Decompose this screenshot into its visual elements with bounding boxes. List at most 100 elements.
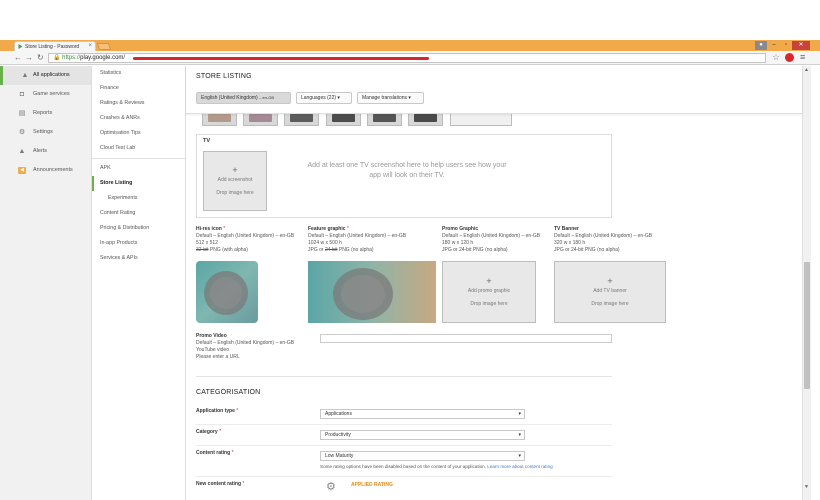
screenshot-thumbnail[interactable] (408, 114, 443, 126)
subnav-item-pricing-distribution[interactable]: Pricing & Distribution (92, 221, 185, 236)
bookmark-star-icon[interactable]: ☆ (772, 52, 780, 63)
asset-format-strike: 32-bit (196, 247, 209, 253)
browser-tab[interactable]: Store Listing - Password × (14, 41, 96, 51)
url-domain: play.google.com (80, 55, 124, 61)
field-label-text: Content rating (196, 450, 231, 456)
required-mark: * (236, 408, 239, 414)
asset-size: 320 w x 180 h (554, 240, 586, 246)
scrollbar-thumb[interactable] (804, 262, 810, 389)
thumbnail-image (249, 114, 272, 122)
application-type-select[interactable]: Applications ▾ (320, 409, 525, 419)
new-tab-button[interactable] (96, 43, 112, 50)
sidebar-item-reports[interactable]: ▤ Reports (0, 104, 91, 123)
asset-size: 180 w x 120 h (442, 240, 474, 246)
hires-icon-image[interactable] (196, 261, 258, 323)
subnav-item-cloud-test-lab[interactable]: Cloud Test Lab (92, 141, 185, 156)
main-content: TV + Add screenshot Drop image here Add … (186, 114, 802, 500)
feature-graphic-image[interactable] (308, 261, 436, 323)
select-value: Productivity (325, 432, 351, 438)
chevron-down-icon: ▾ (518, 453, 521, 459)
primary-sidebar: ▲ All applications ◘ Game services ▤ Rep… (0, 66, 92, 500)
screenshot-thumbnail[interactable] (243, 114, 278, 126)
asset-name: Hi-res icon (196, 226, 222, 232)
languages-label: Languages (22) (301, 95, 337, 101)
back-arrow-icon[interactable]: ← (14, 53, 22, 63)
tab-close-icon[interactable]: × (88, 43, 92, 49)
sidebar-item-label: Announcements (33, 167, 73, 173)
asset-format: PNG (no alpha) (337, 247, 374, 253)
add-tv-banner-button[interactable]: + Add TV banner Drop image here (554, 261, 666, 323)
promo-video-hint: Please enter a URL (196, 354, 240, 360)
menu-icon[interactable]: ≡ (800, 52, 805, 62)
promo-video-url-input[interactable] (320, 334, 612, 343)
sidebar-item-label: Settings (33, 129, 53, 135)
maximize-button[interactable]: ▫ (780, 41, 792, 50)
sidebar-item-all-applications[interactable]: ▲ All applications (0, 66, 91, 85)
subnav-item-crashes[interactable]: Crashes & ANRs (92, 111, 185, 126)
address-bar[interactable]: 🔒 https://play.google.com/ (48, 53, 766, 63)
extension-icon[interactable] (785, 53, 794, 62)
language-select-button[interactable]: English (United Kingdom) – en-GB (196, 92, 291, 104)
sidebar-item-announcements[interactable]: ◀ Announcements (0, 161, 91, 180)
redaction-bar (133, 57, 429, 60)
asset-name: TV Banner (554, 226, 580, 232)
close-window-button[interactable]: ✕ (792, 41, 810, 50)
learn-more-link[interactable]: Learn more about content rating (487, 464, 552, 469)
languages-button[interactable]: Languages (22) ▾ (296, 92, 352, 104)
drop-image-label: Drop image here (591, 301, 629, 307)
subnav-item-experiments[interactable]: Experiments (92, 191, 185, 206)
tv-banner-info: TV Banner Default – English (United King… (554, 226, 652, 254)
app-sidebar: Statistics Finance Ratings & Reviews Cra… (92, 66, 186, 500)
add-tv-banner-label: Add TV banner (593, 288, 627, 294)
manage-translations-button[interactable]: Manage translations ▾ (357, 92, 424, 104)
field-label-text: Category (196, 429, 218, 435)
subnav-item-statistics[interactable]: Statistics (92, 66, 185, 81)
page-header: STORE LISTING English (United Kingdom) –… (186, 66, 802, 114)
subnav-item-store-listing[interactable]: Store Listing (92, 176, 185, 191)
page-title: STORE LISTING (196, 73, 252, 80)
chevron-down-icon: ▾ (518, 432, 521, 438)
divider (196, 424, 612, 425)
screenshot-thumbnail[interactable] (284, 114, 319, 126)
screenshot-slot-empty[interactable] (450, 114, 512, 126)
tv-hint-text: Add at least one TV screenshot here to h… (307, 162, 507, 179)
subnav-item-finance[interactable]: Finance (92, 81, 185, 96)
category-select[interactable]: Productivity ▾ (320, 430, 525, 440)
play-store-icon (18, 44, 23, 49)
scroll-down-icon[interactable]: ▼ (804, 484, 809, 490)
asset-size: 1024 w x 500 h (308, 240, 342, 246)
tv-screenshots-panel: TV + Add screenshot Drop image here Add … (196, 134, 612, 218)
asset-format: JPG or 24-bit PNG (no alpha) (554, 247, 620, 253)
forward-arrow-icon[interactable]: → (25, 53, 33, 63)
screenshot-thumbnail[interactable] (202, 114, 237, 126)
add-tv-screenshot-button[interactable]: + Add screenshot Drop image here (203, 151, 267, 211)
content-rating-select[interactable]: Low Maturity ▾ (320, 451, 525, 461)
user-icon[interactable]: ● (755, 41, 767, 50)
application-type-label: Application type * (196, 408, 238, 414)
asset-name: Promo Graphic (442, 226, 479, 232)
asset-format: JPG or 24-bit PNG (no alpha) (442, 247, 508, 253)
subnav-item-ratings-reviews[interactable]: Ratings & Reviews (92, 96, 185, 111)
subnav-item-services-apis[interactable]: Services & APIs (92, 251, 185, 266)
sidebar-item-alerts[interactable]: ▲ Alerts (0, 142, 91, 161)
divider (196, 445, 612, 446)
scroll-up-icon[interactable]: ▲ (804, 67, 809, 73)
asset-format-prefix: JPG or (308, 247, 325, 253)
add-screenshot-label: Add screenshot (217, 177, 253, 183)
android-icon: ▲ (21, 72, 29, 79)
subnav-item-apk[interactable]: APK (92, 161, 185, 176)
content-rating-label: Content rating * (196, 450, 234, 456)
reload-icon[interactable]: ↻ (37, 53, 44, 63)
page-scrollbar[interactable]: ▲ ▼ (802, 66, 811, 500)
sidebar-item-label: All applications (33, 72, 70, 78)
screenshot-thumbnail[interactable] (367, 114, 402, 126)
screenshot-thumbnail[interactable] (326, 114, 361, 126)
minimize-button[interactable]: – (768, 41, 780, 50)
add-promo-graphic-button[interactable]: + Add promo graphic Drop image here (442, 261, 536, 323)
subnav-item-in-app-products[interactable]: In-app Products (92, 236, 185, 251)
subnav-item-optimisation-tips[interactable]: Optimisation Tips (92, 126, 185, 141)
report-icon: ▤ (18, 110, 26, 117)
subnav-item-content-rating[interactable]: Content Rating (92, 206, 185, 221)
sidebar-item-game-services[interactable]: ◘ Game services (0, 85, 91, 104)
sidebar-item-settings[interactable]: ⚙ Settings (0, 123, 91, 142)
